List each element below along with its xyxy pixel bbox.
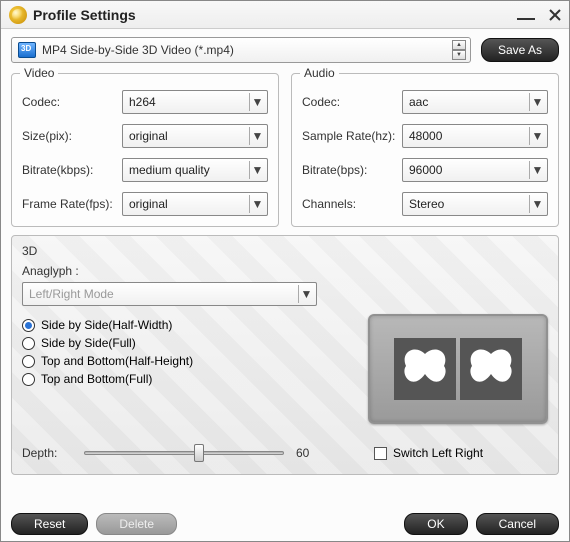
video-legend: Video (20, 66, 58, 80)
video-bitrate-combo[interactable]: medium quality▼ (122, 158, 268, 182)
slider-thumb[interactable] (194, 444, 204, 462)
radio-sbs-half[interactable]: Side by Side(Half-Width) (22, 318, 348, 332)
title-bar: Profile Settings (1, 1, 569, 29)
radio-dot-icon (22, 373, 35, 386)
radio-dot-icon (22, 319, 35, 332)
depth-slider[interactable] (84, 451, 284, 455)
close-icon (549, 9, 561, 21)
3d-legend: 3D (22, 244, 548, 258)
chevron-down-icon: ▼ (249, 127, 265, 145)
audio-samplerate-label: Sample Rate(hz): (302, 129, 402, 143)
window-title: Profile Settings (33, 7, 517, 23)
profile-3d-icon (18, 42, 36, 58)
depth-label: Depth: (22, 446, 72, 460)
video-codec-label: Codec: (22, 95, 122, 109)
anaglyph-combo[interactable]: Left/Right Mode▼ (22, 282, 317, 306)
radio-tab-full[interactable]: Top and Bottom(Full) (22, 372, 348, 386)
radio-sbs-full[interactable]: Side by Side(Full) (22, 336, 348, 350)
butterfly-right-icon (460, 338, 522, 400)
3d-mode-radios: Side by Side(Half-Width) Side by Side(Fu… (22, 314, 348, 424)
audio-bitrate-combo[interactable]: 96000▼ (402, 158, 548, 182)
video-size-combo[interactable]: original▼ (122, 124, 268, 148)
ok-button[interactable]: OK (404, 513, 467, 535)
audio-group: Audio Codec: aac▼ Sample Rate(hz): 48000… (291, 73, 559, 227)
video-group: Video Codec: h264▼ Size(pix): original▼ … (11, 73, 279, 227)
audio-channels-combo[interactable]: Stereo▼ (402, 192, 548, 216)
audio-codec-label: Codec: (302, 95, 402, 109)
save-as-button[interactable]: Save As (481, 38, 559, 62)
audio-samplerate-combo[interactable]: 48000▼ (402, 124, 548, 148)
radio-dot-icon (22, 337, 35, 350)
butterfly-left-icon (394, 338, 456, 400)
chevron-down-icon: ▼ (529, 195, 545, 213)
radio-dot-icon (22, 355, 35, 368)
footer: Reset Delete OK Cancel (1, 513, 569, 535)
video-bitrate-label: Bitrate(kbps): (22, 163, 122, 177)
profile-select-value: MP4 Side-by-Side 3D Video (*.mp4) (42, 43, 452, 57)
chevron-down-icon: ▼ (249, 195, 265, 213)
depth-value: 60 (296, 446, 332, 460)
profile-select[interactable]: MP4 Side-by-Side 3D Video (*.mp4) ▲▼ (11, 37, 471, 63)
audio-legend: Audio (300, 66, 339, 80)
chevron-down-icon: ▼ (249, 93, 265, 111)
chevron-down-icon: ▼ (529, 93, 545, 111)
cancel-button[interactable]: Cancel (476, 513, 559, 535)
chevron-down-icon: ▼ (249, 161, 265, 179)
video-framerate-label: Frame Rate(fps): (22, 197, 122, 211)
profile-spin[interactable]: ▲▼ (452, 40, 466, 60)
checkbox-icon (374, 447, 387, 460)
video-codec-combo[interactable]: h264▼ (122, 90, 268, 114)
chevron-down-icon: ▼ (298, 285, 314, 303)
video-size-label: Size(pix): (22, 129, 122, 143)
3d-preview (368, 314, 548, 424)
minimize-button[interactable] (517, 18, 535, 20)
close-button[interactable] (549, 9, 561, 21)
audio-channels-label: Channels: (302, 197, 402, 211)
switch-lr-checkbox[interactable]: Switch Left Right (374, 446, 483, 460)
reset-button[interactable]: Reset (11, 513, 88, 535)
profile-settings-window: Profile Settings MP4 Side-by-Side 3D Vid… (0, 0, 570, 542)
3d-group: 3D Anaglyph : Left/Right Mode▼ Side by S… (11, 235, 559, 475)
radio-tab-half[interactable]: Top and Bottom(Half-Height) (22, 354, 348, 368)
anaglyph-label: Anaglyph : (22, 264, 548, 278)
audio-codec-combo[interactable]: aac▼ (402, 90, 548, 114)
audio-bitrate-label: Bitrate(bps): (302, 163, 402, 177)
delete-button: Delete (96, 513, 177, 535)
chevron-down-icon: ▼ (529, 127, 545, 145)
app-icon (9, 6, 27, 24)
chevron-down-icon: ▼ (529, 161, 545, 179)
video-framerate-combo[interactable]: original▼ (122, 192, 268, 216)
